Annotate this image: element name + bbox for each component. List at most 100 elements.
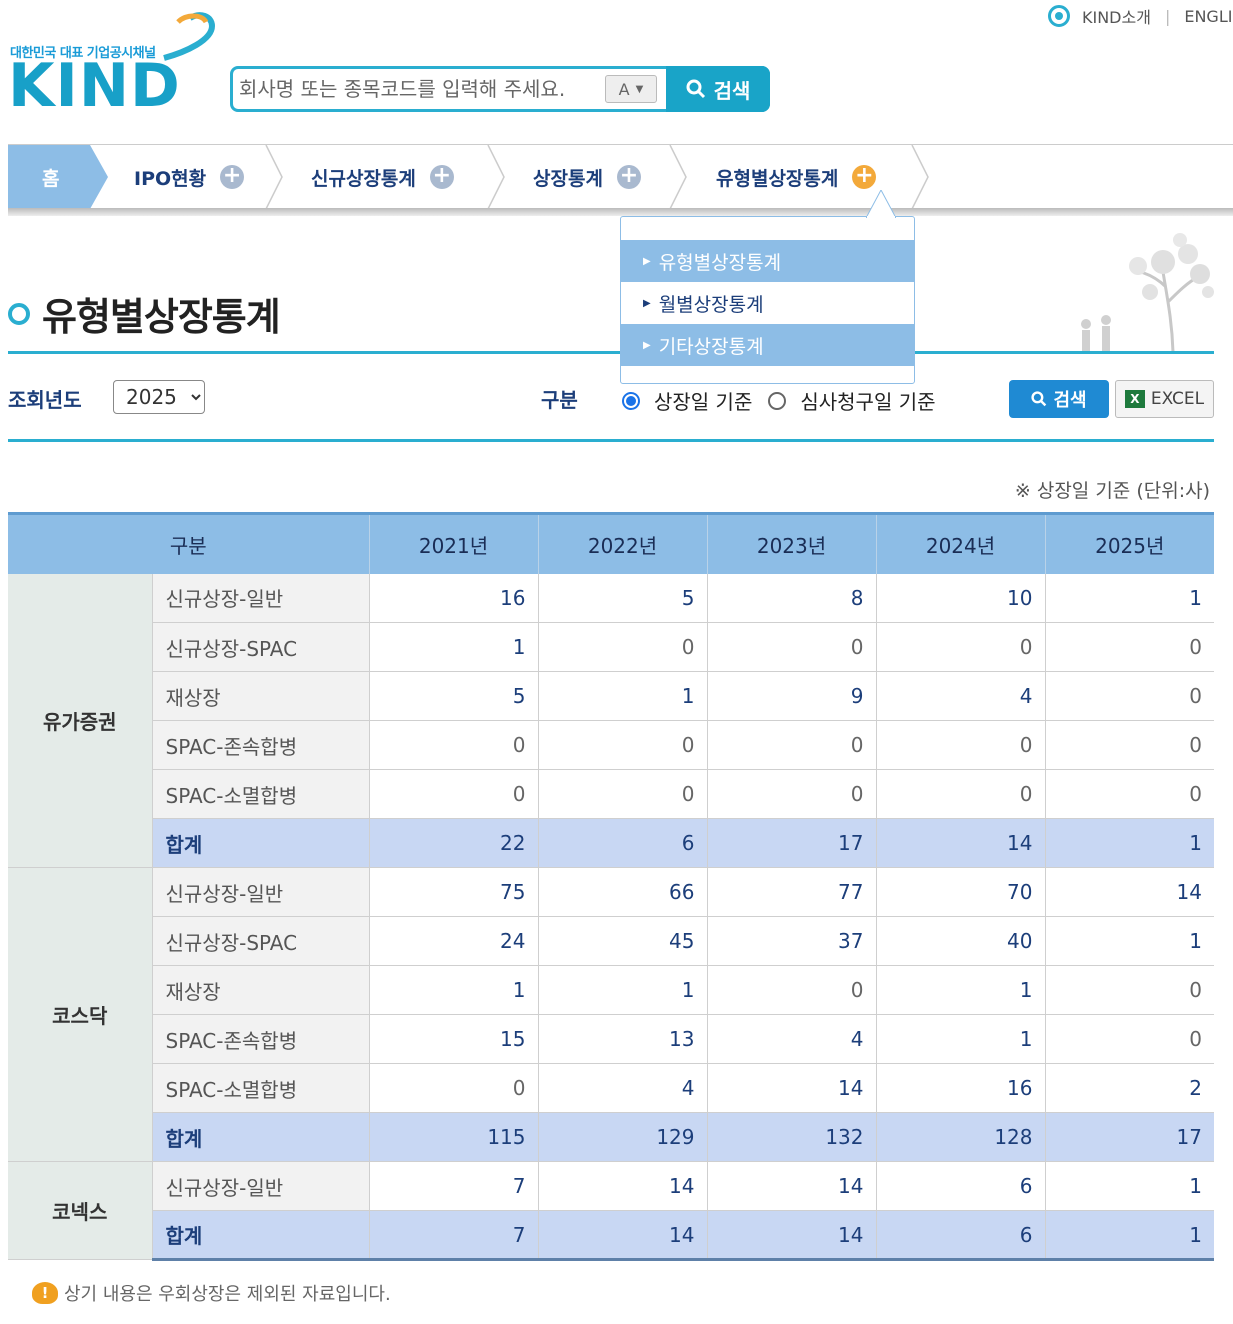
value-cell: 1 <box>1044 573 1214 623</box>
value-cell: 1 <box>1044 818 1214 868</box>
nav-item-new-listing[interactable]: 신규상장통계 + <box>311 145 454 209</box>
value-cell: 1 <box>537 965 707 1015</box>
filter-search-button[interactable]: 검색 <box>1009 380 1109 418</box>
radio-listing-date[interactable] <box>622 391 640 410</box>
logo-brand: KIND <box>8 51 181 121</box>
value-cell: 4 <box>706 1014 876 1064</box>
column-header: 2024년 <box>875 512 1045 574</box>
value-cell: 70 <box>875 867 1045 917</box>
value-cell: 4 <box>537 1063 707 1113</box>
listing-stats-table: 구분 2021년 2022년 2023년 2024년 2025년 유가증권 신규상… <box>8 512 1214 1261</box>
table-total-row: 합계 7 14 14 6 1 <box>8 1210 1214 1261</box>
table-total-row: 합계 22 6 17 14 1 <box>8 818 1214 868</box>
nav-separator <box>669 145 687 209</box>
value-cell: 13 <box>537 1014 707 1064</box>
value-cell: 14 <box>706 1063 876 1113</box>
value-cell: 115 <box>368 1112 538 1162</box>
row-label-cell: 합계 <box>151 1112 369 1162</box>
kind-logo[interactable]: 대한민국 대표 기업공시채널 KIND <box>8 12 218 116</box>
basis-radio-group: 상장일 기준 심사청구일 기준 <box>622 386 952 415</box>
value-cell: 10 <box>875 573 1045 623</box>
value-cell: 14 <box>1044 867 1214 917</box>
value-cell: 0 <box>706 769 876 819</box>
nav-item-listing-stats[interactable]: 상장통계 + <box>533 145 641 209</box>
value-cell: 14 <box>537 1210 707 1261</box>
title-bullet-icon <box>8 302 30 325</box>
value-cell: 6 <box>537 818 707 868</box>
value-cell: 1 <box>875 965 1045 1015</box>
value-cell: 0 <box>875 622 1045 672</box>
table-body: 유가증권 신규상장-일반 16 5 8 10 1 신규상장-SPAC 1 0 0 0 0 재상장 5 1 9 4 0… <box>8 573 1214 1261</box>
value-cell: 37 <box>706 916 876 966</box>
value-cell: 66 <box>537 867 707 917</box>
dropdown-item-type-stats[interactable]: ▶ 유형별상장통계 <box>621 240 914 282</box>
value-cell: 9 <box>706 671 876 721</box>
value-cell: 1 <box>1044 1161 1214 1211</box>
chevron-down-icon: ▼ <box>635 83 644 95</box>
row-label-cell: 합계 <box>151 1210 369 1261</box>
value-cell: 132 <box>706 1112 876 1162</box>
nav-item-type-stats[interactable]: 유형별상장통계 + <box>716 145 877 209</box>
row-label-cell: 신규상장-일반 <box>151 573 369 623</box>
value-cell: 7 <box>368 1161 538 1211</box>
table-row: SPAC-소멸합병 0 4 14 16 2 <box>8 1063 1214 1113</box>
radio-request-date-label: 심사청구일 기준 <box>800 390 936 414</box>
plus-icon: + <box>852 165 877 189</box>
nav-home[interactable]: 홈 <box>8 145 108 209</box>
value-cell: 16 <box>875 1063 1045 1113</box>
dropdown-item-label: 기타상장통계 <box>658 335 764 358</box>
table-header-row: 구분 2021년 2022년 2023년 2024년 2025년 <box>8 512 1214 574</box>
radio-request-date[interactable] <box>768 391 787 410</box>
value-cell: 75 <box>368 867 538 917</box>
nav-item-label: 유형별상장통계 <box>716 167 839 190</box>
market-group-cell: 유가증권 <box>8 573 152 868</box>
table-row: 코넥스 신규상장-일반 7 14 14 6 1 <box>8 1161 1214 1260</box>
table-row: SPAC-존속합병 0 0 0 0 0 <box>8 720 1214 770</box>
value-cell: 40 <box>875 916 1045 966</box>
company-search-bar: A ▼ 검색 <box>230 66 770 112</box>
year-select[interactable]: 2025 <box>113 380 205 414</box>
value-cell: 24 <box>368 916 538 966</box>
value-cell: 1 <box>537 671 707 721</box>
value-cell: 77 <box>706 867 876 917</box>
excel-download-button[interactable]: X EXCEL <box>1115 380 1214 418</box>
top-utility-links: KIND소개 | ENGLI <box>1048 4 1232 28</box>
table-row: SPAC-존속합병 15 13 4 1 0 <box>8 1014 1214 1064</box>
main-nav: 홈 IPO현황 + 신규상장통계 + 상장통계 + 유형별상장통계 + <box>8 144 1233 210</box>
plus-icon: + <box>429 165 454 189</box>
value-cell: 0 <box>875 769 1045 819</box>
market-group-cell: 코스닥 <box>8 867 152 1162</box>
plus-icon: + <box>220 165 245 189</box>
kind-about-link[interactable]: KIND소개 <box>1082 4 1151 28</box>
value-cell: 128 <box>875 1112 1045 1162</box>
market-group-cell: 코넥스 <box>8 1161 152 1260</box>
english-link[interactable]: ENGLI <box>1184 7 1232 26</box>
value-cell: 5 <box>368 671 538 721</box>
value-cell: 1 <box>368 965 538 1015</box>
row-label-cell: 신규상장-일반 <box>151 867 369 917</box>
row-label-cell: 신규상장-SPAC <box>151 916 369 966</box>
value-cell: 0 <box>875 720 1045 770</box>
unit-note: ※ 상장일 기준 (단위:사) <box>1014 480 1210 502</box>
nav-separator <box>911 145 929 209</box>
font-size-toggle[interactable]: A ▼ <box>605 75 657 103</box>
value-cell: 129 <box>537 1112 707 1162</box>
dropdown-item-label: 유형별상장통계 <box>658 251 782 274</box>
value-cell: 15 <box>368 1014 538 1064</box>
link-divider: | <box>1164 6 1171 26</box>
dropdown-item-monthly-stats[interactable]: ▶ 월별상장통계 <box>621 282 914 324</box>
company-search-input[interactable] <box>239 72 599 106</box>
type-stats-dropdown: ▶ 유형별상장통계 ▶ 월별상장통계 ▶ 기타상장통계 <box>620 216 915 384</box>
header-search-button[interactable]: 검색 <box>666 66 770 112</box>
column-header: 2021년 <box>368 512 538 574</box>
nav-item-ipo[interactable]: IPO현황 + <box>134 145 245 209</box>
value-cell: 0 <box>1044 622 1214 672</box>
value-cell: 6 <box>875 1161 1045 1211</box>
filter-search-label: 검색 <box>1053 390 1087 411</box>
dropdown-item-other-stats[interactable]: ▶ 기타상장통계 <box>621 324 914 366</box>
page-title: 유형별상장통계 <box>42 295 281 339</box>
value-cell: 0 <box>1044 1014 1214 1064</box>
warning-icon: ! <box>32 1282 58 1304</box>
row-label-cell: SPAC-존속합병 <box>151 1014 369 1064</box>
value-cell: 0 <box>706 720 876 770</box>
